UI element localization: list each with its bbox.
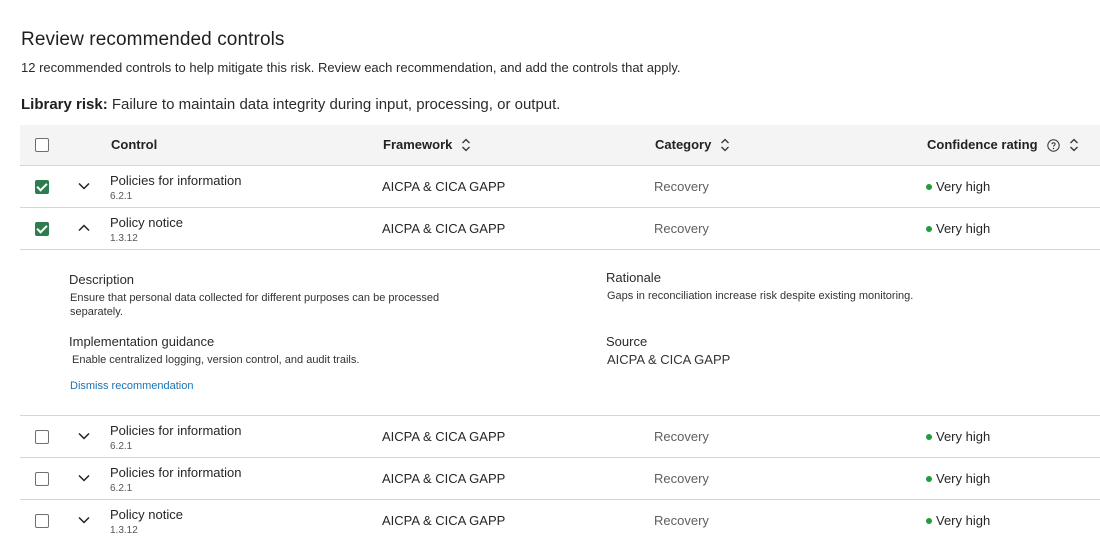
confidence-cell: Very high <box>926 179 990 194</box>
control-id: 1.3.12 <box>110 233 138 244</box>
confidence-cell: Very high <box>926 221 990 236</box>
control-name: Policies for information <box>110 423 242 438</box>
library-risk-label: Library risk: <box>21 96 108 113</box>
control-name: Policy notice <box>110 507 183 522</box>
category-cell: Recovery <box>654 429 709 444</box>
confidence-value: Very high <box>936 471 991 486</box>
control-name: Policy notice <box>110 215 183 230</box>
row-checkbox[interactable] <box>35 222 49 236</box>
controls-table: Control Framework Category Confidence ra… <box>20 125 1100 540</box>
sort-arrows-icon[interactable] <box>1069 138 1079 152</box>
library-risk-text: Failure to maintain data integrity durin… <box>107 96 561 113</box>
row-checkbox[interactable] <box>35 430 49 444</box>
table-row[interactable]: Policies for information 6.2.1 AICPA & C… <box>20 458 1100 500</box>
confidence-cell: Very high <box>926 471 990 486</box>
category-cell: Recovery <box>654 179 709 194</box>
framework-cell: AICPA & CICA GAPP <box>382 221 506 236</box>
column-control: Control <box>111 125 157 165</box>
framework-cell: AICPA & CICA GAPP <box>382 513 506 528</box>
control-id: 6.2.1 <box>110 441 133 452</box>
column-control-label: Control <box>111 137 158 152</box>
confidence-value: Very high <box>936 513 991 528</box>
table-row[interactable]: Policy notice 1.3.12 AICPA & CICA GAPP R… <box>20 208 1100 250</box>
library-risk: Library risk: Failure to maintain data i… <box>21 96 560 113</box>
status-dot-icon <box>926 225 932 232</box>
row-checkbox[interactable] <box>35 514 49 528</box>
confidence-cell: Very high <box>926 513 990 528</box>
row-checkbox[interactable] <box>35 180 49 194</box>
confidence-value: Very high <box>936 429 991 444</box>
column-framework-label: Framework <box>383 137 453 152</box>
table-row[interactable]: Policies for information 6.2.1 AICPA & C… <box>20 416 1100 458</box>
column-category-label: Category <box>655 137 712 152</box>
rationale-label: Rationale <box>606 270 661 285</box>
sort-arrows-icon[interactable] <box>461 138 471 152</box>
table-header: Control Framework Category Confidence ra… <box>20 125 1100 166</box>
sort-arrows-icon[interactable] <box>720 138 730 152</box>
status-dot-icon <box>926 475 932 482</box>
status-dot-icon <box>926 433 932 440</box>
source-label: Source <box>606 334 648 349</box>
row-detail-panel: Description Ensure that personal data co… <box>20 250 1100 416</box>
control-id: 6.2.1 <box>110 483 133 494</box>
chevron-down-icon[interactable] <box>77 179 91 193</box>
page-subtitle: 12 recommended controls to help mitigate… <box>21 60 681 75</box>
confidence-value: Very high <box>936 221 991 236</box>
column-category[interactable]: Category <box>655 125 730 165</box>
description-label: Description <box>69 272 135 287</box>
column-confidence[interactable]: Confidence rating <box>927 125 1079 165</box>
category-cell: Recovery <box>654 471 709 486</box>
confidence-value: Very high <box>936 179 991 194</box>
status-dot-icon <box>926 183 932 190</box>
table-row[interactable]: Policies for information 6.2.1 AICPA & C… <box>20 166 1100 208</box>
category-cell: Recovery <box>654 513 709 528</box>
category-cell: Recovery <box>654 221 709 236</box>
control-id: 6.2.1 <box>110 191 133 202</box>
guidance-label: Implementation guidance <box>69 334 215 349</box>
control-id: 1.3.12 <box>110 525 138 536</box>
dismiss-recommendation-link[interactable]: Dismiss recommendation <box>70 380 193 392</box>
table-row[interactable]: Policy notice 1.3.12 AICPA & CICA GAPP R… <box>20 500 1100 540</box>
chevron-up-icon[interactable] <box>77 221 91 235</box>
source-text: AICPA & CICA GAPP <box>607 352 731 367</box>
chevron-down-icon[interactable] <box>77 513 91 527</box>
confidence-cell: Very high <box>926 429 990 444</box>
row-checkbox[interactable] <box>35 472 49 486</box>
rationale-text: Gaps in reconciliation increase risk des… <box>607 290 914 302</box>
select-all-checkbox[interactable] <box>35 138 49 152</box>
help-circle-icon[interactable] <box>1046 138 1060 152</box>
framework-cell: AICPA & CICA GAPP <box>382 179 506 194</box>
page-title: Review recommended controls <box>21 29 285 50</box>
framework-cell: AICPA & CICA GAPP <box>382 429 506 444</box>
column-framework[interactable]: Framework <box>383 125 471 165</box>
status-dot-icon <box>926 517 932 524</box>
control-name: Policies for information <box>110 173 242 188</box>
guidance-text: Enable centralized logging, version cont… <box>72 354 360 366</box>
control-name: Policies for information <box>110 465 242 480</box>
framework-cell: AICPA & CICA GAPP <box>382 471 506 486</box>
chevron-down-icon[interactable] <box>77 471 91 485</box>
description-text: Ensure that personal data collected for … <box>70 292 440 318</box>
review-controls-page: Review recommended controls 12 recommend… <box>0 0 1100 540</box>
column-confidence-label: Confidence rating <box>927 137 1038 152</box>
chevron-down-icon[interactable] <box>77 429 91 443</box>
